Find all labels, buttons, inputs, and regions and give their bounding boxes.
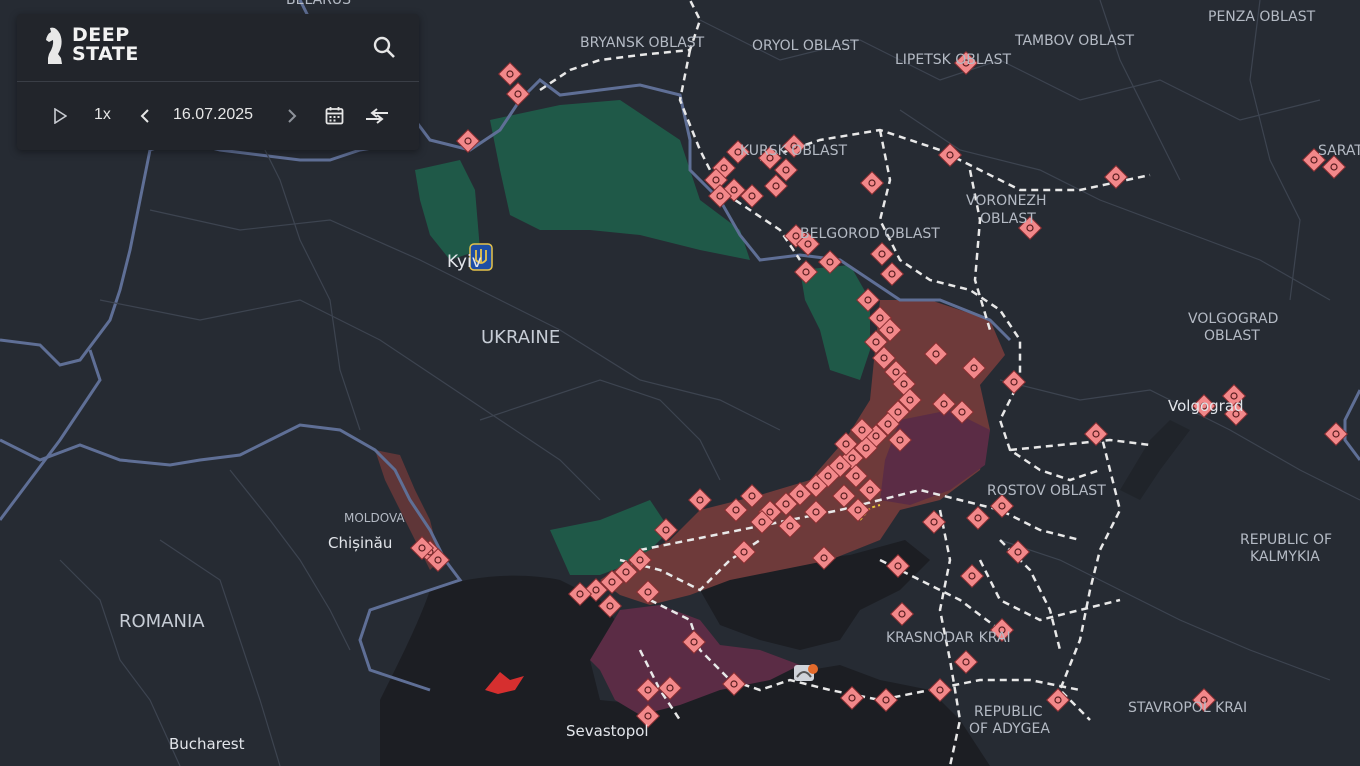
liberated-kharkiv [800, 265, 870, 380]
current-date[interactable]: 16.07.2025 [173, 106, 253, 124]
event-marker[interactable] [889, 601, 915, 627]
logo-line-2: STATE [72, 43, 139, 65]
volga-area [1120, 420, 1190, 500]
speed-button[interactable]: 1x [94, 106, 111, 124]
event-marker[interactable] [1045, 687, 1071, 713]
event-marker[interactable] [869, 241, 895, 267]
label-ukraine: UKRAINE [481, 327, 561, 348]
event-marker[interactable] [1001, 369, 1027, 395]
label-moldova: MOLDOVA [344, 511, 405, 525]
label-belarus: BELARUS [286, 0, 352, 8]
label-adygea-2: OF ADYGEA [969, 721, 1050, 737]
label-volgograd-city: Volgograd [1168, 397, 1244, 415]
event-marker[interactable] [1005, 539, 1031, 565]
label-belgorod-oblast: BELGOROD OBLAST [800, 226, 940, 242]
event-marker[interactable] [965, 505, 991, 531]
play-icon[interactable] [53, 108, 67, 124]
label-kalmykia-2: KALMYKIA [1250, 549, 1320, 565]
chevron-right-icon[interactable] [286, 108, 298, 124]
logo-text: DEEP STATE [72, 26, 139, 64]
label-stavropol-krai: STAVROPOL KRAI [1128, 700, 1248, 716]
liberated-north [415, 160, 480, 260]
label-bryansk-oblast: BRYANSK OBLAST [580, 35, 705, 51]
label-voronezh-2: OBLAST [980, 211, 1036, 227]
event-marker[interactable] [937, 142, 963, 168]
label-volgograd-2: OBLAST [1204, 328, 1260, 344]
chevron-left-icon[interactable] [139, 108, 151, 124]
event-marker[interactable] [859, 170, 885, 196]
compare-arrows-icon[interactable] [364, 106, 390, 126]
label-kalmykia-1: REPUBLIC OF [1240, 532, 1333, 548]
event-marker[interactable] [953, 649, 979, 675]
search-icon[interactable] [371, 34, 397, 60]
label-romania: ROMANIA [119, 611, 205, 632]
event-marker[interactable] [505, 81, 531, 107]
label-oryol-oblast: ORYOL OBLAST [752, 38, 859, 54]
knight-logo-icon [46, 27, 62, 65]
label-lipetsk-oblast: LIPETSK OBLAST [895, 52, 1012, 68]
event-marker[interactable] [497, 61, 523, 87]
event-marker[interactable] [687, 487, 713, 513]
label-krasnodar-krai: KRASNODAR KRAI [886, 630, 1011, 646]
label-kyiv: Kyiv [447, 252, 482, 272]
deepstate-logo[interactable]: DEEP STATE [44, 24, 139, 66]
label-penza-oblast: PENZA OBLAST [1208, 9, 1316, 25]
label-adygea-1: REPUBLIC [974, 704, 1043, 720]
event-marker[interactable] [1321, 154, 1347, 180]
timeline-controls: 1x 16.07.2025 [17, 82, 419, 150]
panel-header: DEEP STATE [17, 14, 419, 82]
label-saratov: SARATOV [1318, 143, 1360, 159]
label-chisinau: Chișinău [328, 534, 393, 552]
event-marker[interactable] [879, 261, 905, 287]
calendar-icon[interactable] [325, 106, 344, 125]
label-sevastopol: Sevastopol [566, 722, 649, 740]
label-volgograd-1: VOLGOGRAD [1188, 311, 1279, 327]
control-panel: DEEP STATE 1x 16.07.2025 [17, 14, 419, 150]
label-bucharest: Bucharest [169, 735, 245, 753]
label-rostov-oblast: ROSTOV OBLAST [987, 483, 1106, 499]
event-marker[interactable] [959, 563, 985, 589]
label-kursk-oblast: KURSK OBLAST [740, 143, 848, 159]
label-tambov-oblast: TAMBOV OBLAST [1015, 33, 1135, 49]
label-voronezh-1: VORONEZH [966, 193, 1047, 209]
